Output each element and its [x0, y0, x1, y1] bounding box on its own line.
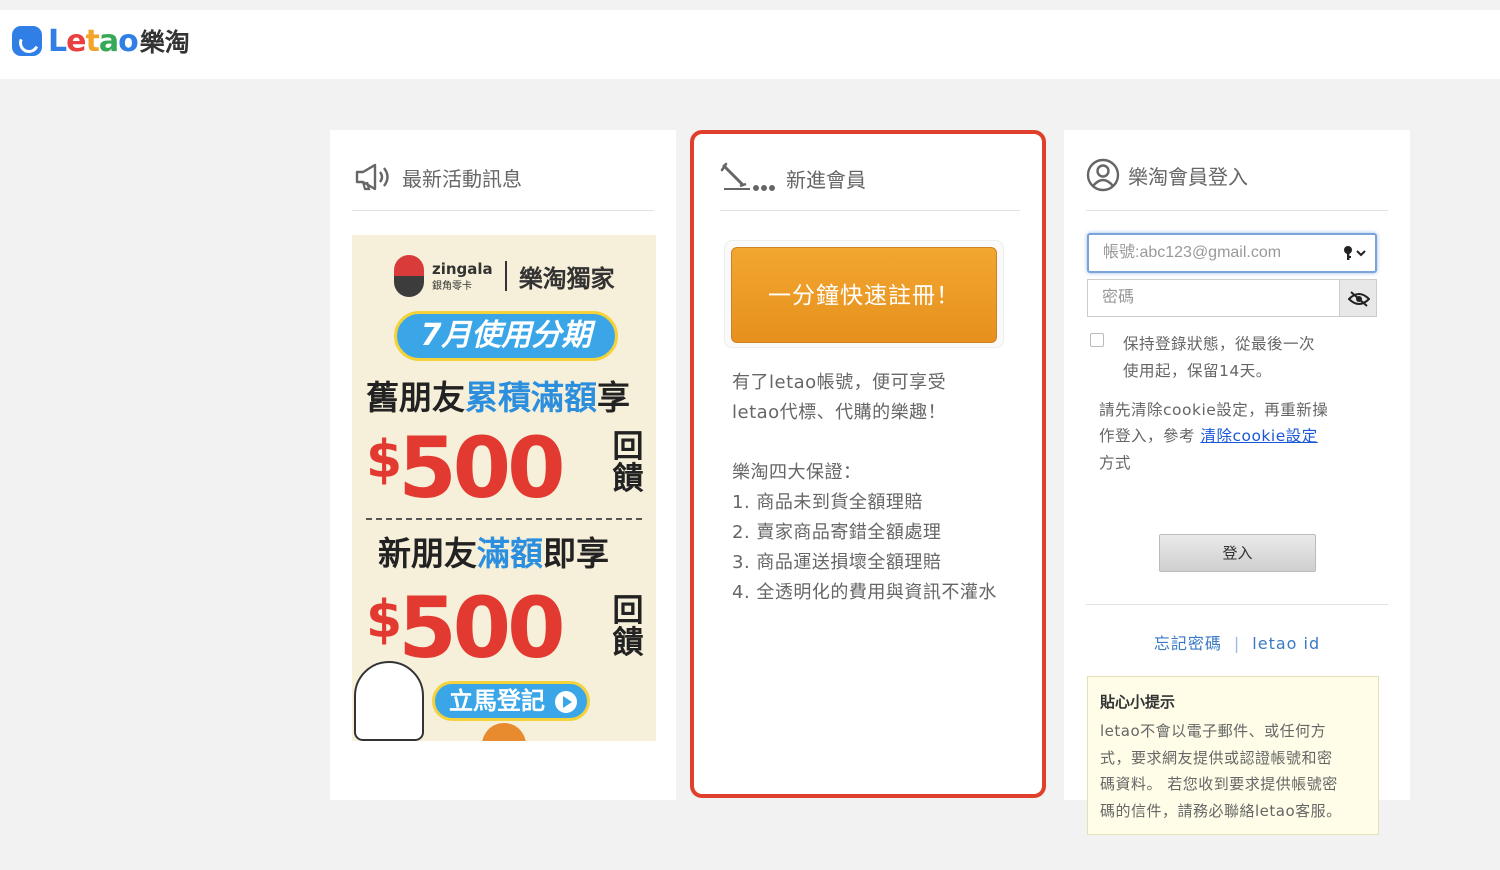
- promo-panel-heading: 最新活動訊息: [354, 162, 522, 192]
- letao-logo-icon: [12, 26, 42, 56]
- play-icon: [555, 691, 577, 713]
- user-circle-icon: [1086, 158, 1120, 192]
- banner-old-friend-line: 舊朋友累積滿額享: [366, 378, 630, 417]
- promo-panel-title: 最新活動訊息: [402, 166, 522, 191]
- banner-exclusive: 樂淘獨家: [518, 264, 615, 293]
- logo-chinese: 樂淘: [139, 28, 190, 57]
- banner-brand: zingala: [432, 259, 493, 278]
- promo-banner[interactable]: zingala 銀角零卡 樂淘獨家 7月使用分期 舊朋友累積滿額享 $500 回…: [352, 235, 656, 741]
- cookie-note-line1: 請先清除cookie設定，再重新操: [1099, 401, 1329, 419]
- login-bottom-divider: [1086, 604, 1388, 605]
- tips-title: 貼心小提示: [1100, 693, 1176, 711]
- clear-cookie-link[interactable]: 清除cookie設定: [1200, 427, 1317, 445]
- login-panel-title: 樂淘會員登入: [1128, 164, 1248, 189]
- guarantee-item: 2. 賣家商品寄錯全額處理: [732, 522, 942, 543]
- banner-amount-new: $500: [366, 579, 566, 677]
- register-panel: 新進會員 一分鐘快速註冊！ 有了letao帳號，便可享受 letao代標、代購的…: [690, 130, 1046, 798]
- banner-dash-divider: [366, 518, 642, 520]
- security-tips-box: 貼心小提示 letao不會以電子郵件、或任何方 式，要求網友提供或認證帳號和密 …: [1087, 676, 1379, 835]
- login-button[interactable]: 登入: [1159, 534, 1316, 572]
- banner-amount-old: $500: [366, 419, 566, 517]
- register-intro-line2: letao代標、代購的樂趣！: [732, 402, 947, 423]
- password-input[interactable]: [1102, 280, 1332, 316]
- remember-me-label-2: 使用起，保留14天。: [1123, 362, 1272, 380]
- login-panel-heading: 樂淘會員登入: [1086, 158, 1248, 192]
- banner-brand-sub: 銀角零卡: [432, 280, 472, 292]
- pen-signup-icon: [720, 162, 775, 191]
- account-links: 忘記密碼 | letao id: [1064, 630, 1410, 654]
- tips-body: letao不會以電子郵件、或任何方 式，要求網友提供或認證帳號和密 碼資料。 若…: [1100, 722, 1342, 820]
- site-header: Letao 樂淘: [0, 10, 1500, 79]
- letao-logo[interactable]: Letao 樂淘: [12, 23, 190, 59]
- banner-brand-row: zingala 銀角零卡 樂淘獨家: [394, 255, 615, 297]
- banner-new-friend-line: 新朋友滿額即享: [378, 534, 609, 573]
- mascot-image: [354, 661, 424, 741]
- register-divider: [720, 210, 1020, 211]
- snack-image: [482, 723, 526, 741]
- register-intro-line1: 有了letao帳號，便可享受: [732, 372, 947, 393]
- password-manager-key-icon[interactable]: [1343, 245, 1367, 261]
- banner-brand-separator: [504, 261, 507, 291]
- cookie-note-line3: 方式: [1099, 454, 1132, 472]
- cookie-note-line2: 作登入，參考 清除cookie設定: [1099, 427, 1318, 445]
- login-divider: [1086, 210, 1388, 211]
- promo-divider: [352, 210, 654, 211]
- quick-register-button[interactable]: 一分鐘快速註冊！: [731, 247, 997, 343]
- zingala-logo-icon: [394, 255, 424, 297]
- banner-feedback-new: 回饋: [612, 593, 644, 661]
- remember-me-label: 保持登錄狀態，從最後一次: [1123, 335, 1316, 353]
- register-panel-heading: 新進會員: [720, 162, 866, 194]
- toggle-password-visibility[interactable]: [1339, 280, 1376, 316]
- top-strip: [0, 0, 1500, 10]
- logo-wordmark: Letao: [48, 23, 139, 59]
- account-field[interactable]: [1087, 233, 1377, 273]
- eye-slash-icon: [1348, 291, 1370, 307]
- guarantee-item: 3. 商品運送損壞全額理賠: [732, 552, 942, 573]
- login-panel: 樂淘會員登入 保持登錄狀態，從最後一次 使用起，保留14天。 請先清除cooki…: [1064, 130, 1410, 835]
- register-button-frame: 一分鐘快速註冊！: [724, 240, 1004, 348]
- guarantee-item: 4. 全透明化的費用與資訊不灌水: [732, 582, 997, 603]
- register-panel-title: 新進會員: [786, 167, 866, 192]
- account-input[interactable]: [1103, 235, 1333, 271]
- guarantee-item: 1. 商品未到貨全額理賠: [732, 492, 923, 513]
- letao-id-link[interactable]: letao id: [1252, 634, 1320, 653]
- forgot-password-link[interactable]: 忘記密碼: [1154, 634, 1222, 653]
- guarantee-title: 樂淘四大保證：: [732, 462, 862, 483]
- link-separator: |: [1233, 634, 1241, 653]
- banner-month-pill: 7月使用分期: [394, 311, 618, 361]
- megaphone-icon: [355, 163, 389, 191]
- promo-panel: 最新活動訊息 zingala 銀角零卡 樂淘獨家 7月使用分期 舊朋友累積滿額享…: [330, 130, 676, 800]
- password-field[interactable]: [1087, 279, 1377, 317]
- remember-me-checkbox[interactable]: [1090, 333, 1104, 347]
- banner-feedback-old: 回饋: [612, 429, 644, 497]
- banner-register-cta[interactable]: 立馬登記: [432, 681, 590, 721]
